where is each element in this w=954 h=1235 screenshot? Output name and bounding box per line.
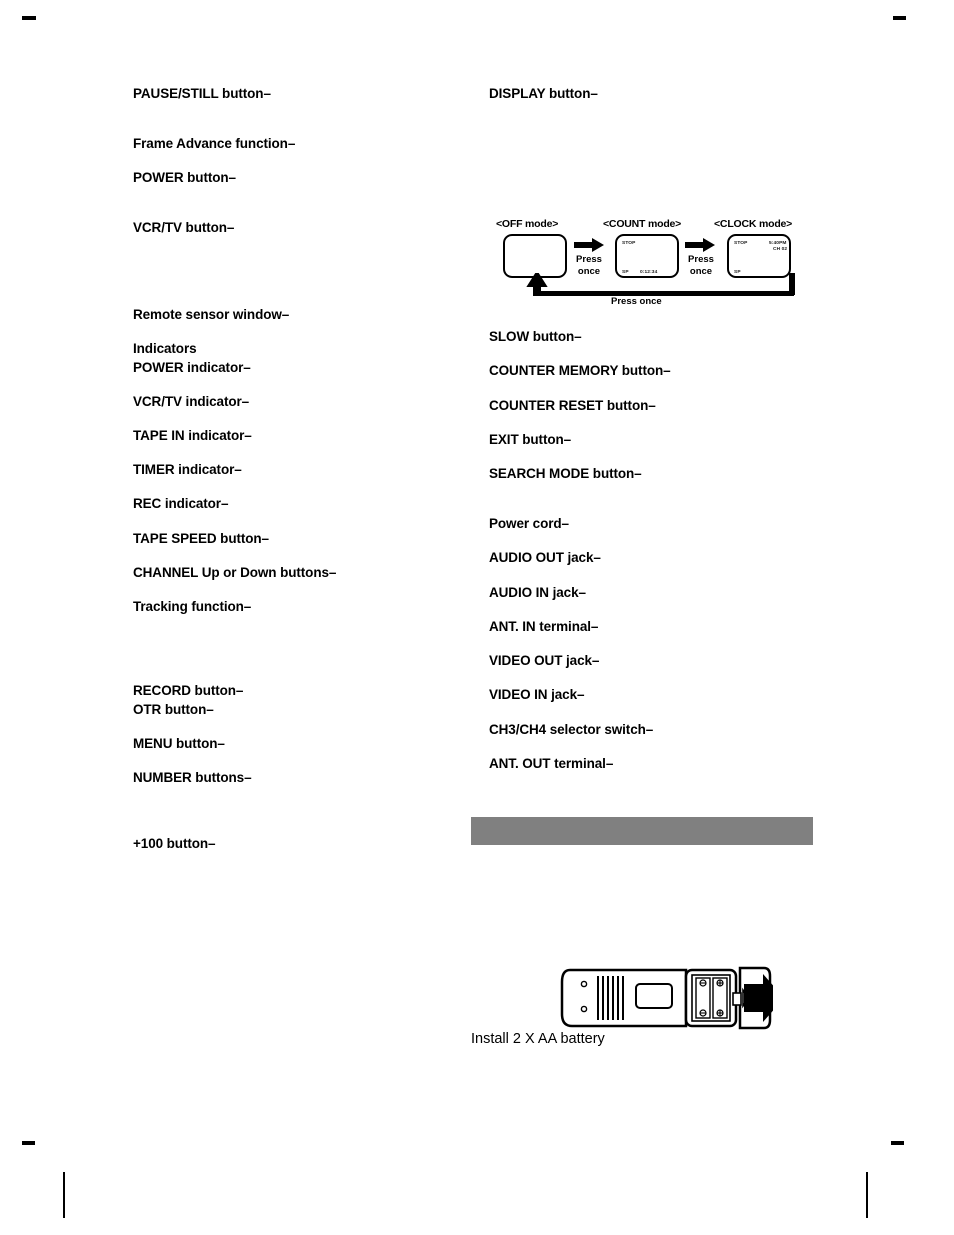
clock-screen-time: 5:40PM <box>769 240 787 246</box>
callout-left-11: TAPE SPEED button– <box>133 531 269 546</box>
callout-right-4: EXIT button– <box>489 432 572 447</box>
mode-screen-off <box>503 234 567 278</box>
callout-left-9: TIMER indicator– <box>133 462 242 477</box>
clock-screen-channel: CH 02 <box>773 246 788 252</box>
mode-label-off: <OFF mode> <box>496 218 559 230</box>
callout-right-2: COUNTER MEMORY button– <box>489 363 671 378</box>
callout-right-7: AUDIO OUT jack– <box>489 550 601 565</box>
callout-right-10: VIDEO OUT jack– <box>489 653 600 668</box>
callout-left-13: Tracking function– <box>133 599 252 614</box>
callout-left-16: MENU button– <box>133 736 225 751</box>
callout-right-0: DISPLAY button– <box>489 86 598 101</box>
callout-right-13: ANT. OUT terminal– <box>489 756 614 771</box>
battery-install-caption: Install 2 X AA battery <box>471 1031 605 1047</box>
callout-left-12: CHANNEL Up or Down buttons– <box>133 565 337 580</box>
section-band <box>471 817 813 845</box>
callout-left-17: NUMBER buttons– <box>133 770 252 785</box>
callout-left-15: OTR button– <box>133 702 214 717</box>
crop-mark-horizontal-3 <box>891 1141 904 1145</box>
crop-mark-horizontal-1 <box>893 16 906 20</box>
callout-right-11: VIDEO IN jack– <box>489 687 585 702</box>
callout-right-9: ANT. IN terminal– <box>489 619 599 634</box>
callout-left-14: RECORD button– <box>133 683 244 698</box>
callout-right-12: CH3/CH4 selector switch– <box>489 722 654 737</box>
callout-left-8: TAPE IN indicator– <box>133 428 252 443</box>
flow-arrow-2 <box>685 238 715 252</box>
mode-screen-count: STOP SP 0:12:34 <box>615 234 679 278</box>
callout-right-1: SLOW button– <box>489 329 582 344</box>
callout-right-3: COUNTER RESET button– <box>489 398 656 413</box>
callout-left-4: Remote sensor window– <box>133 307 290 322</box>
callout-left-7: VCR/TV indicator– <box>133 394 250 409</box>
callout-left-6: POWER indicator– <box>133 360 251 375</box>
count-screen-status: STOP <box>622 240 636 246</box>
callout-right-5: SEARCH MODE button– <box>489 466 642 481</box>
crop-mark-horizontal-0 <box>22 16 36 20</box>
mode-label-count: <COUNT mode> <box>603 218 682 230</box>
callout-left-5: Indicators <box>133 341 197 356</box>
flow-arrow-1 <box>574 238 604 252</box>
crop-mark-horizontal-2 <box>22 1141 35 1145</box>
callout-left-0: PAUSE/STILL button– <box>133 86 271 101</box>
callout-left-2: POWER button– <box>133 170 236 185</box>
remote-battery-illustration <box>558 962 784 1037</box>
clock-screen-status: STOP <box>734 240 748 246</box>
callout-left-3: VCR/TV button– <box>133 220 235 235</box>
callout-left-1: Frame Advance function– <box>133 136 296 151</box>
mode-label-clock: <CLOCK mode> <box>714 218 793 230</box>
callout-left-18: +100 button– <box>133 836 216 851</box>
flow-loop-label: Press once <box>611 296 662 307</box>
callout-right-6: Power cord– <box>489 516 569 531</box>
flow-press-label-1-line1: Press <box>576 254 602 265</box>
display-mode-flow-diagram: <OFF mode> <COUNT mode> <CLOCK mode> STO… <box>486 218 806 308</box>
callout-right-8: AUDIO IN jack– <box>489 585 586 600</box>
mode-screen-clock: STOP 5:40PM CH 02 SP <box>727 234 791 278</box>
callout-left-10: REC indicator– <box>133 496 229 511</box>
manual-page: PAUSE/STILL button– Frame Advance functio… <box>0 0 954 1235</box>
crop-mark-vertical-0 <box>63 1172 65 1218</box>
flow-press-label-2-line1: Press <box>688 254 714 265</box>
crop-mark-vertical-1 <box>866 1172 868 1218</box>
